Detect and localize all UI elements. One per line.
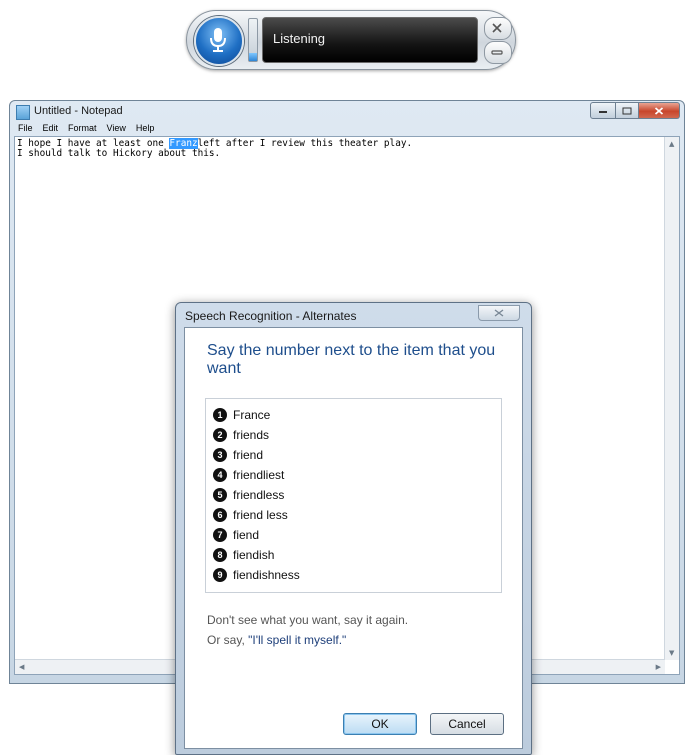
number-badge: 5 <box>213 488 227 502</box>
dialog-heading: Say the number next to the item that you… <box>207 342 496 377</box>
alternates-list: 1 France 2 friends 3 friend 4 friendliest 5f… <box>205 398 502 593</box>
notepad-icon <box>16 105 30 120</box>
audio-level-meter <box>248 18 258 62</box>
alternate-text: friend <box>233 448 264 462</box>
menu-help[interactable]: Help <box>136 122 155 135</box>
window-title: Untitled - Notepad <box>34 105 123 117</box>
number-badge: 1 <box>213 408 227 422</box>
scroll-down-icon[interactable]: ▼ <box>669 649 674 657</box>
alternate-text: friendless <box>233 488 285 502</box>
menu-format[interactable]: Format <box>68 122 97 135</box>
audio-level-fill <box>249 52 257 61</box>
maximize-icon <box>622 107 632 114</box>
caption-buttons <box>590 102 680 119</box>
text-line2: I should talk to Hickory about this. <box>17 148 221 159</box>
hint-text: Don't see what you want, say it again. <box>207 613 409 627</box>
menu-file[interactable]: File <box>18 122 33 135</box>
number-badge: 9 <box>213 568 227 582</box>
alternates-dialog: Speech Recognition - Alternates Say the … <box>175 302 532 755</box>
scroll-up-icon[interactable]: ▲ <box>669 140 674 148</box>
menu-bar: File Edit Format View Help <box>14 122 680 135</box>
alternate-text: friendliest <box>233 468 285 482</box>
microphone-button[interactable] <box>194 16 244 66</box>
list-item[interactable]: 6 friend less <box>213 505 288 525</box>
list-item[interactable]: 9 fiendishness <box>213 565 300 585</box>
notepad-titlebar[interactable]: Untitled - Notepad <box>10 101 684 121</box>
list-item[interactable]: 3 friend <box>213 445 263 465</box>
dialog-title: Speech Recognition - Alternates <box>185 309 357 323</box>
number-badge: 8 <box>213 548 227 562</box>
speech-bar-minimize-button[interactable] <box>484 41 512 64</box>
minimize-icon <box>491 50 503 55</box>
list-item[interactable]: 2 friends <box>213 425 269 445</box>
alternate-text: friend less <box>233 508 288 522</box>
number-badge: 2 <box>213 428 227 442</box>
vertical-scrollbar[interactable]: ▲ ▼ <box>664 137 679 660</box>
minimize-icon <box>599 110 607 113</box>
status-display: Listening <box>262 17 478 63</box>
close-icon <box>492 23 502 33</box>
hint-spell-text: Or say, "I'll spell it myself." <box>207 633 346 647</box>
spell-command: "I'll spell it myself." <box>248 633 347 647</box>
close-icon <box>654 106 664 115</box>
list-item[interactable]: 5 friendless <box>213 485 284 505</box>
alternate-text: France <box>233 408 271 422</box>
dialog-close-button[interactable] <box>478 305 520 321</box>
list-item[interactable]: 7 fiend <box>213 525 259 545</box>
maximize-button[interactable] <box>616 102 639 119</box>
number-badge: 4 <box>213 468 227 482</box>
menu-edit[interactable]: Edit <box>43 122 59 135</box>
ok-button[interactable]: OK <box>343 713 417 735</box>
number-badge: 6 <box>213 508 227 522</box>
list-item[interactable]: 4 friendliest <box>213 465 284 485</box>
microphone-icon <box>210 28 226 52</box>
speech-recognition-bar: Listening <box>186 10 516 70</box>
minimize-button[interactable] <box>590 102 616 119</box>
close-button[interactable] <box>639 102 680 119</box>
list-item[interactable]: 1 France <box>213 405 270 425</box>
status-text: Listening <box>273 31 326 46</box>
close-icon <box>494 309 504 317</box>
scroll-left-icon[interactable]: ◀ <box>19 663 24 671</box>
scroll-right-icon[interactable]: ▶ <box>656 663 661 671</box>
alternate-text: friends <box>233 428 270 442</box>
editor-text: I hope I have at least one Franzleft aft… <box>17 138 413 159</box>
dialog-content: Say the number next to the item that you… <box>184 327 523 749</box>
cancel-button[interactable]: Cancel <box>430 713 504 735</box>
list-item[interactable]: 8 fiendish <box>213 545 274 565</box>
number-badge: 7 <box>213 528 227 542</box>
alternate-text: fiendish <box>233 548 275 562</box>
number-badge: 3 <box>213 448 227 462</box>
alternate-text: fiendishness <box>233 568 300 582</box>
alternate-text: fiend <box>233 528 260 542</box>
menu-view[interactable]: View <box>107 122 126 135</box>
speech-bar-close-button[interactable] <box>484 17 512 40</box>
text-line1-end: left after I review this theater play. <box>197 138 413 149</box>
hint-prefix: Or say, <box>207 633 249 647</box>
